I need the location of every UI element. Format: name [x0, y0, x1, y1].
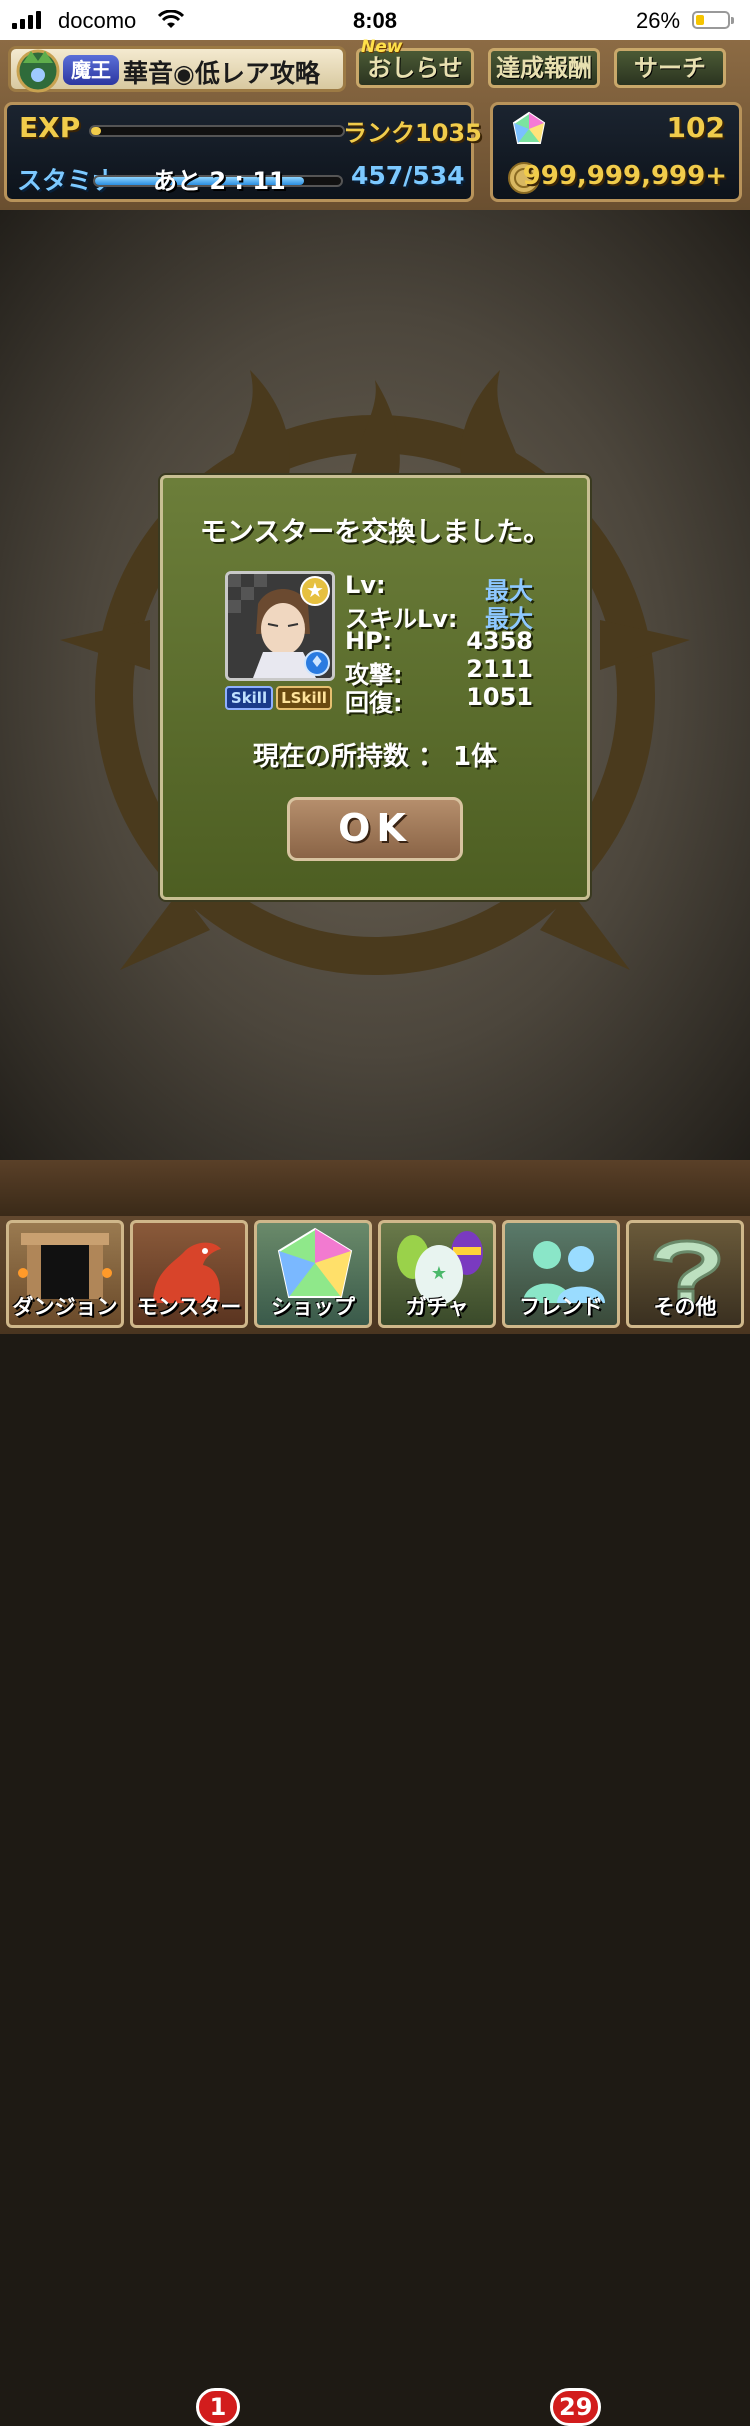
search-button[interactable]: サーチ [614, 48, 726, 88]
search-label: サーチ [634, 54, 706, 82]
ok-button[interactable]: OK [287, 797, 463, 861]
news-label: おしらせ [367, 54, 463, 82]
game-header: 魔王 華音◉低レア攻略 New おしらせ 達成報酬 サーチ EXP ランク103… [0, 37, 750, 210]
stat-label-level: Lv: [345, 571, 386, 599]
exp-bar [89, 125, 345, 137]
achievements-button[interactable]: 達成報酬 [488, 48, 600, 88]
achievements-label: 達成報酬 [496, 54, 592, 82]
svg-text:★: ★ [431, 1263, 447, 1284]
nav-friend[interactable]: フレンド [502, 1220, 620, 1328]
nav-other[interactable]: その他 [626, 1220, 744, 1328]
stat-label-hp: HP: [345, 627, 393, 655]
coin-count: 999,999,999+ [522, 161, 727, 191]
monster-portrait[interactable]: ★ ♦ [225, 571, 335, 681]
new-badge: New [361, 37, 403, 57]
nav-monster-label: モンスター [136, 1295, 242, 1319]
nav-dungeon[interactable]: ダンジョン [6, 1220, 124, 1328]
stat-value-recovery: 1051 [466, 683, 533, 711]
monster-notification-badge: 1 [196, 2388, 240, 2426]
battery-percent: 26% [636, 8, 681, 33]
leader-skill-badge: LSkill [276, 686, 332, 710]
nav-shop-label: ショップ [271, 1295, 355, 1319]
rank-title-badge: 魔王 [63, 55, 119, 85]
player-name: 華音◉低レア攻略 [123, 59, 320, 88]
star-icon: ★ [300, 576, 330, 606]
leader-avatar-icon [16, 49, 60, 93]
stamina-value: 457/534 [351, 161, 465, 190]
player-nameplate[interactable]: 魔王 華音◉低レア攻略 [8, 46, 346, 93]
water-attribute-icon: ♦ [304, 650, 330, 676]
nav-shop[interactable]: ショップ [254, 1220, 372, 1328]
status-bar: docomo 8:08 26% [0, 0, 750, 40]
magic-stone-icon [512, 111, 546, 144]
stat-value-hp: 4358 [466, 627, 533, 655]
stat-label-recovery: 回復: [345, 689, 403, 717]
stamina-timer: あと 2 : 11 [153, 167, 286, 195]
dungeon-gate-icon [18, 1233, 112, 1299]
skill-badge: Skill [225, 686, 273, 710]
nav-gacha[interactable]: ★ ガチャ [378, 1220, 496, 1328]
nav-gacha-label: ガチャ [405, 1295, 469, 1319]
bottom-nav: ダンジョン モンスター 1 ショップ ★ ガチャ フレンド 29 その他 [0, 1160, 750, 2426]
battery-icon [692, 11, 734, 29]
owned-count: 現在の所持数 ： 1体 [252, 742, 498, 772]
exp-stamina-panel: EXP ランク1035 スタミナ あと 2 : 11 457/534 [4, 102, 482, 202]
nav-dungeon-label: ダンジョン [12, 1295, 118, 1319]
nav-other-label: その他 [653, 1295, 717, 1319]
exp-label: EXP [19, 111, 81, 144]
nav-monster[interactable]: モンスター [130, 1220, 248, 1328]
friend-notification-badge: 29 [550, 2388, 602, 2426]
nav-friend-label: フレンド [519, 1295, 603, 1319]
dialog-title: モンスターを交換しました。 [199, 517, 551, 548]
rank-text: ランク1035 [343, 119, 482, 147]
news-button[interactable]: New おしらせ [356, 37, 474, 88]
stat-value-attack: 2111 [466, 655, 533, 683]
currency-panel: 102 999,999,999+ [490, 102, 742, 202]
magic-stone-count: 102 [666, 111, 725, 144]
